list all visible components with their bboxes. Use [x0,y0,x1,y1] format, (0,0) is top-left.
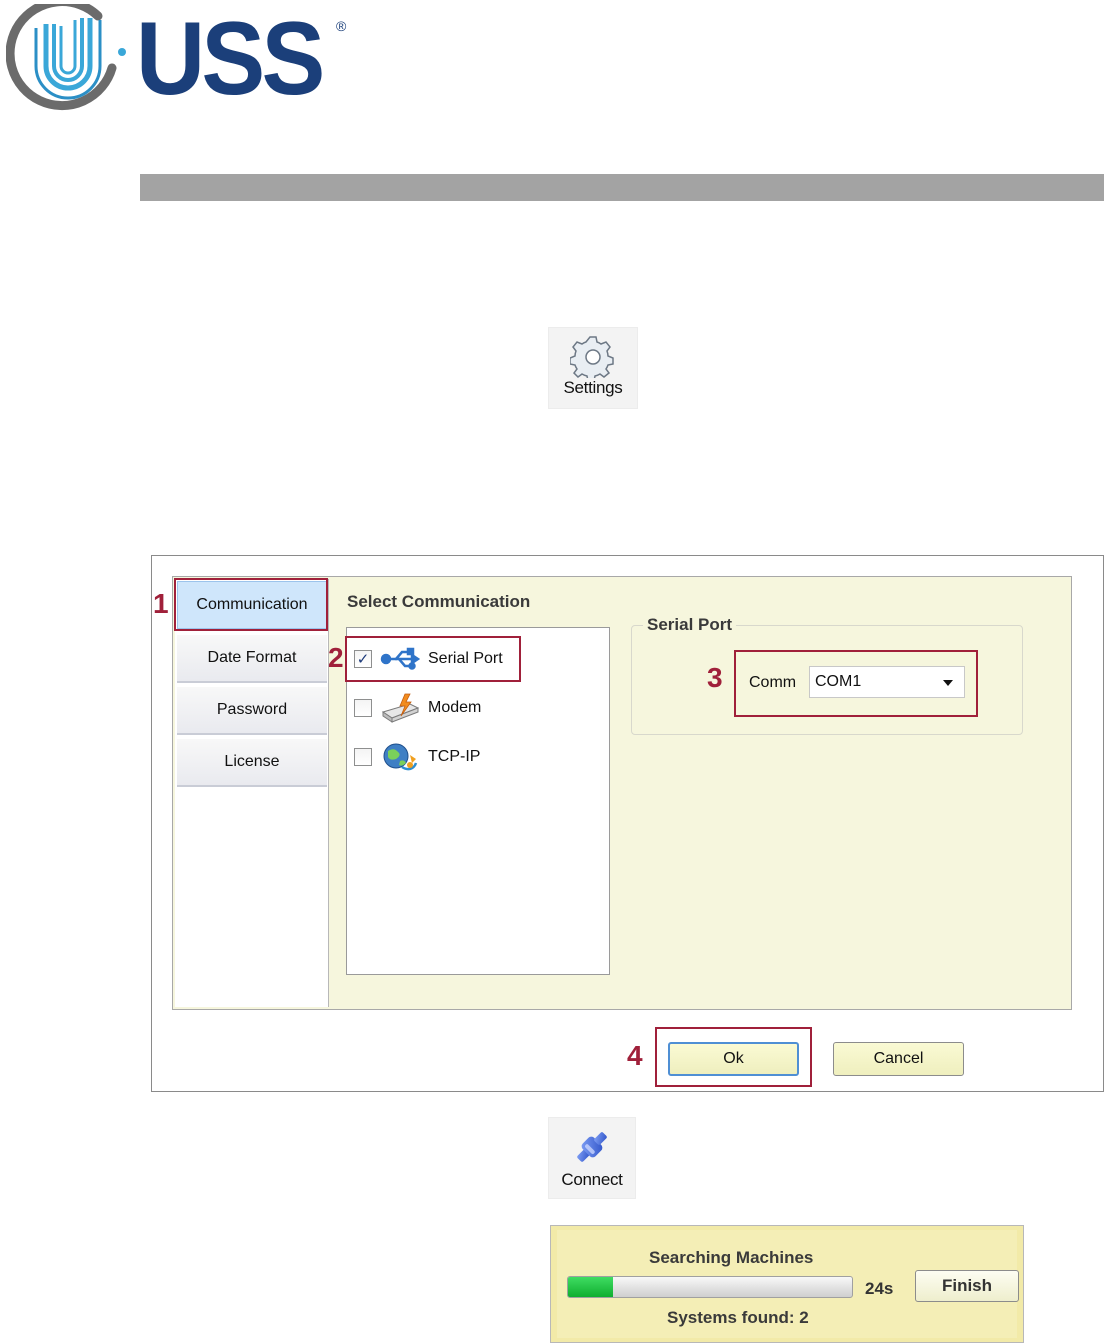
registered-mark: ® [336,18,347,34]
uss-logo: USS ® [6,4,366,114]
annotation-box-ok [655,1027,812,1087]
option-label: TCP-IP [428,748,481,765]
searching-machines-inner: Searching Machines 24s Finish Systems fo… [557,1230,1019,1338]
modem-checkbox[interactable] [354,699,372,717]
tab-password[interactable]: Password [177,687,327,735]
tab-label: Date Format [207,649,297,666]
annotation-number-3: 3 [707,662,723,693]
annotation-number-4: 4 [627,1040,643,1071]
modem-icon [381,693,420,723]
network-globe-icon [383,743,418,771]
header-divider-bar [140,174,1104,201]
finish-button[interactable]: Finish [915,1270,1019,1302]
searching-machines-title: Searching Machines [649,1248,814,1267]
search-progress-fill [568,1277,614,1297]
cancel-button[interactable]: Cancel [833,1042,964,1076]
search-progress-bar [567,1276,853,1298]
systems-found-text: Systems found: 2 [667,1308,809,1327]
connect-label: Connect [561,1170,623,1189]
annotation-box-serial-port [345,636,521,682]
serial-port-group-title: Serial Port [643,615,737,635]
annotation-box-comm-port [734,650,978,717]
annotation-box-communication [174,578,328,631]
tab-license[interactable]: License [177,739,327,787]
option-label: Modem [428,699,482,716]
searching-machines-panel: Searching Machines 24s Finish Systems fo… [550,1225,1024,1343]
tab-label: License [224,753,280,770]
uss-logo-mark-icon [6,4,126,111]
tcp-ip-checkbox[interactable] [354,748,372,766]
logo-wordmark: USS [136,1,325,117]
option-tcp-ip[interactable]: TCP-IP [354,742,480,772]
settings-label: Settings [563,378,623,397]
gear-icon [570,336,614,378]
tab-label: Password [216,701,288,718]
settings-dialog: Communication Date Format Password Licen… [151,555,1104,1092]
annotation-number-2: 2 [328,642,344,673]
connect-plug-icon [577,1132,607,1162]
option-modem[interactable]: Modem [354,693,481,723]
annotation-number-1: 1 [153,588,169,619]
settings-content-panel: Communication Date Format Password Licen… [172,576,1072,1010]
tab-date-format[interactable]: Date Format [177,635,327,683]
settings-button[interactable]: Settings [548,327,638,409]
select-communication-title: Select Communication [347,592,531,611]
connect-button[interactable]: Connect [548,1117,636,1199]
settings-tab-list: Communication Date Format Password Licen… [175,579,329,1007]
search-elapsed-time: 24s [865,1279,894,1298]
